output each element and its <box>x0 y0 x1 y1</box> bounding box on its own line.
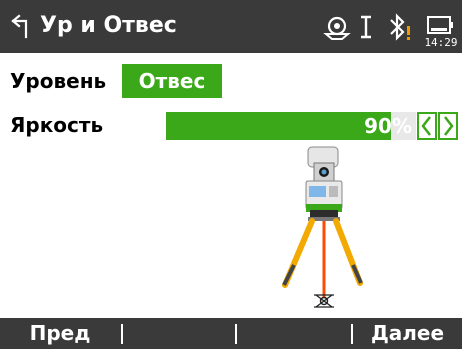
brightness-label: Яркость <box>10 113 104 137</box>
softkey-next[interactable]: Далее <box>353 318 462 349</box>
softkey-bar: Пред Далее <box>0 318 462 349</box>
decrease-button[interactable] <box>417 112 437 140</box>
softkey-f3[interactable] <box>237 318 349 349</box>
brightness-fill <box>166 112 391 140</box>
brightness-value: 90% <box>364 114 412 138</box>
total-station-tripod-illustration <box>282 146 363 308</box>
battery-icon <box>427 16 453 34</box>
chevron-right-icon <box>444 116 454 136</box>
tab-plummet[interactable]: Отвес <box>122 64 222 98</box>
cursor-i-icon <box>361 15 371 39</box>
bluetooth-warning-icon <box>390 13 410 41</box>
clock: 14:29 <box>424 36 458 49</box>
back-icon[interactable] <box>8 12 36 40</box>
tab-level[interactable]: Уровень <box>0 64 122 98</box>
brightness-slider[interactable]: 90% <box>166 112 416 140</box>
softkey-f2[interactable] <box>123 318 233 349</box>
laser-plummet-icon <box>323 16 351 40</box>
softkey-prev[interactable]: Пред <box>0 318 120 349</box>
title-bar: Ур и Отвес 14:29 <box>0 0 462 53</box>
page-title: Ур и Отвес <box>40 13 177 38</box>
tab-bar: Уровень Отвес <box>0 64 462 98</box>
increase-button[interactable] <box>438 112 458 140</box>
chevron-left-icon <box>421 116 431 136</box>
